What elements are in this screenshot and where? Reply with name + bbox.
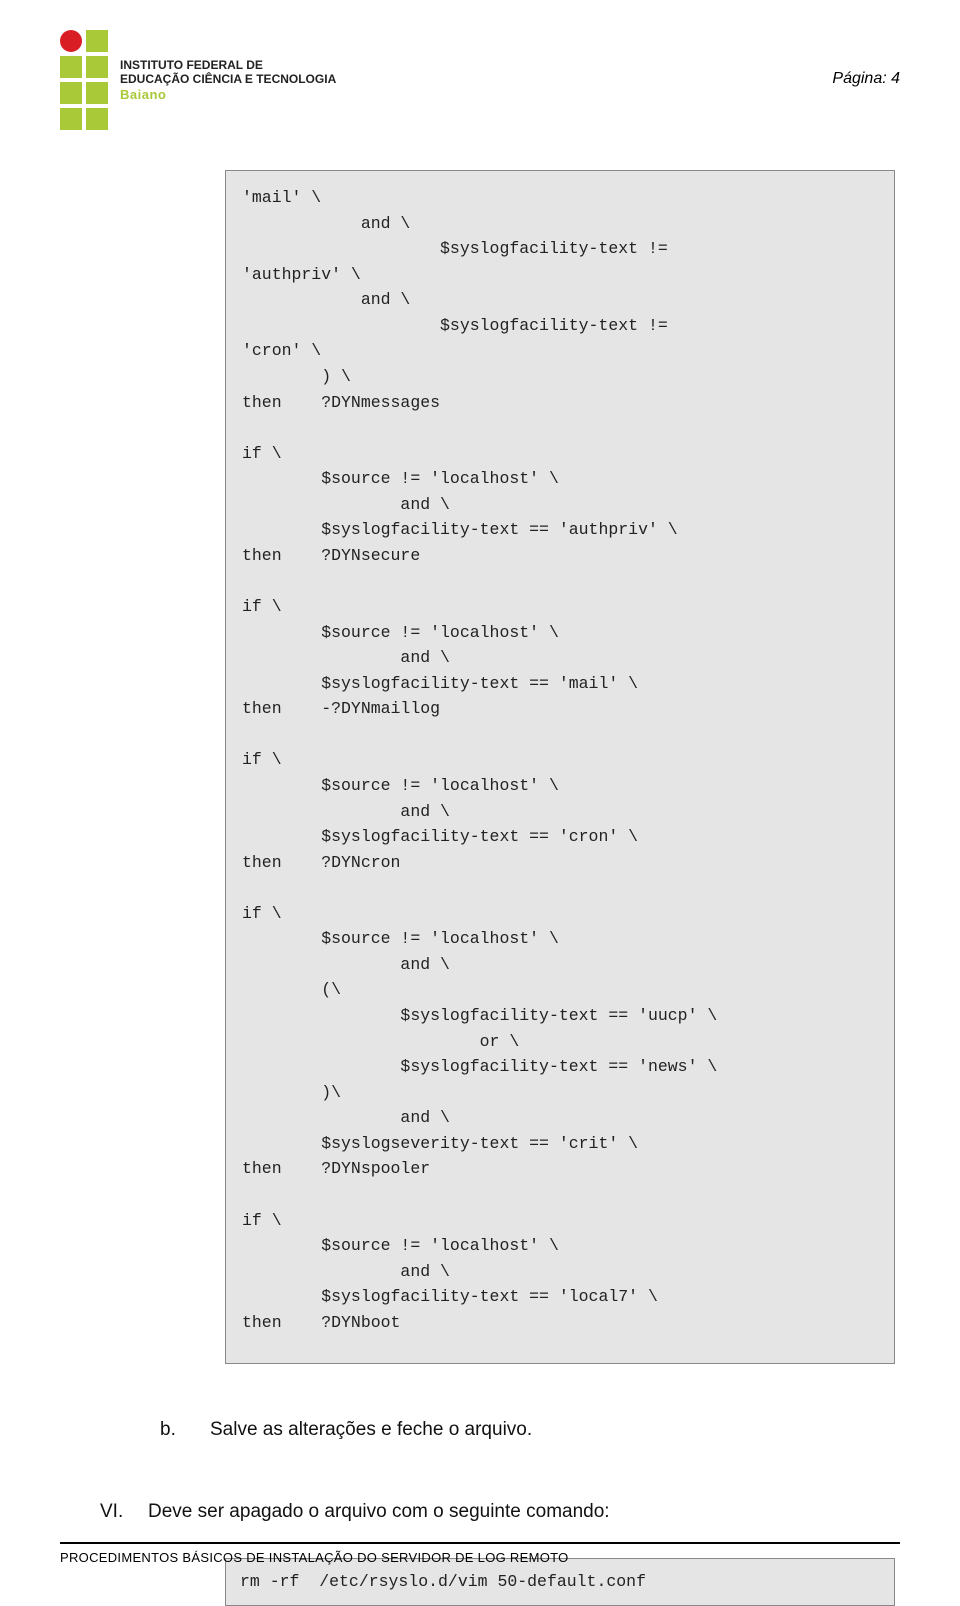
section-text: Deve ser apagado o arquivo com o seguint…	[148, 1501, 610, 1522]
logo-square-icon	[86, 30, 108, 52]
logo-square-icon	[60, 108, 82, 130]
logo-text: INSTITUTO FEDERAL DE EDUCAÇÃO CIÊNCIA E …	[120, 58, 336, 102]
logo-square-icon	[86, 82, 108, 104]
logo-square-icon	[60, 56, 82, 78]
step-b: b.Salve as alterações e feche o arquivo.	[160, 1419, 900, 1441]
logo-dot-icon	[60, 30, 82, 52]
step-marker: b.	[160, 1419, 210, 1441]
logo-block: INSTITUTO FEDERAL DE EDUCAÇÃO CIÊNCIA E …	[60, 30, 336, 130]
logo-grid-icon	[60, 30, 108, 130]
command-wrap: rm -rf /etc/rsyslo.d/vim 50-default.conf	[60, 1558, 900, 1606]
page-header: INSTITUTO FEDERAL DE EDUCAÇÃO CIÊNCIA E …	[60, 30, 900, 130]
logo-square-icon	[60, 82, 82, 104]
logo-line2: EDUCAÇÃO CIÊNCIA E TECNOLOGIA	[120, 72, 336, 86]
logo-line1: INSTITUTO FEDERAL DE	[120, 58, 336, 72]
section-vi: VI.Deve ser apagado o arquivo com o segu…	[100, 1501, 900, 1523]
step-text: Salve as alterações e feche o arquivo.	[210, 1419, 532, 1440]
page-footer: PROCEDIMENTOS BÁSICOS DE INSTALAÇÃO DO S…	[60, 1542, 900, 1565]
code-block-command: rm -rf /etc/rsyslo.d/vim 50-default.conf	[225, 1558, 895, 1606]
logo-square-icon	[86, 56, 108, 78]
section-marker: VI.	[100, 1501, 148, 1523]
page-number: Página: 4	[832, 70, 900, 88]
logo-line3: Baiano	[120, 87, 336, 103]
code-block-main: 'mail' \ and \ $syslogfacility-text != '…	[225, 170, 895, 1364]
logo-square-icon	[86, 108, 108, 130]
